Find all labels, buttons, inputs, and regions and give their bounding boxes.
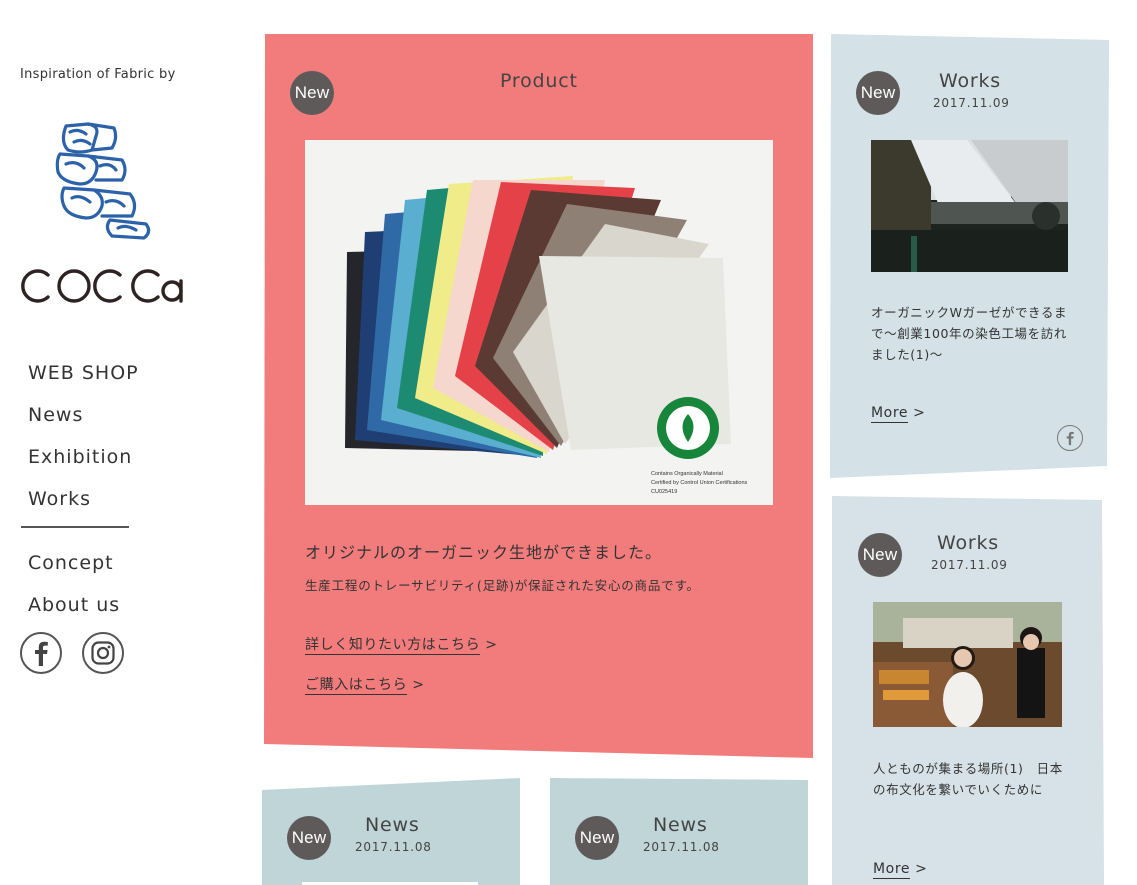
nav-item-concept[interactable]: Concept [28,550,139,592]
new-badge: New [575,816,619,860]
new-badge: New [287,816,331,860]
share-facebook-button[interactable] [1057,425,1083,451]
nav-item-news[interactable]: News [28,402,139,444]
nav-item-works[interactable]: Works [28,486,139,528]
more-link-label: More [871,405,909,423]
card-category: News [653,814,708,836]
feature-description: 生産工程のトレーサビリティ(足跡)が保証された安心の商品です。 [305,578,700,593]
image-caption-line-2: Certified by Control Union Certification… [651,480,748,486]
chevron-right-icon: > [412,677,425,693]
works-card-1[interactable]: New Works 2017.11.09 オーガニックWガーゼができるまで〜創業… [830,34,1109,478]
nav-item-exhibition[interactable]: Exhibition [28,444,139,486]
cocca-logo-mark[interactable] [52,120,162,242]
card-category: News [365,814,420,836]
more-link[interactable]: More > [873,861,928,879]
nav-item-about-us[interactable]: About us [28,592,139,634]
facebook-icon [35,641,48,666]
main-nav: WEB SHOP News Exhibition Works Concept A… [21,360,139,634]
cocca-wordmark[interactable] [20,263,188,307]
learn-more-link-label: 詳しく知りたい方はこちら [305,637,481,655]
chevron-right-icon: > [915,861,928,877]
more-link-label: More [873,861,911,879]
card-date: 2017.11.08 [643,840,720,854]
card-text[interactable]: オーガニックWガーゼができるまで〜創業100年の染色工場を訪れました(1)〜 [871,302,1071,365]
card-category: Works [939,70,1002,92]
card-image[interactable] [873,602,1062,727]
image-caption-line-3: CU025419 [651,489,677,495]
nav-item-web-shop[interactable]: WEB SHOP [28,360,139,402]
works-card-2[interactable]: New Works 2017.11.09 人とものが集まる場所(1) 日本の布文… [832,496,1104,885]
card-date: 2017.11.09 [931,558,1008,572]
social-links [20,632,124,674]
product-feature-card[interactable]: New Product Contains Organically Materia… [264,34,813,760]
instagram-link[interactable] [82,632,124,674]
new-badge: New [858,533,902,577]
card-category: Works [937,532,1000,554]
card-date: 2017.11.08 [355,840,432,854]
card-text[interactable]: 人とものが集まる場所(1) 日本の布文化を繋いでいくために [873,758,1069,800]
purchase-link-label: ご購入はこちら [305,677,408,695]
purchase-link[interactable]: ご購入はこちら > [305,674,425,695]
card-category: Product [500,70,578,92]
card-image[interactable] [871,140,1068,272]
news-card-1[interactable]: New News 2017.11.08 [262,778,520,885]
product-image[interactable]: Contains Organically Material Certified … [305,140,773,505]
new-badge: New [290,71,334,115]
learn-more-link[interactable]: 詳しく知りたい方はこちら > [305,634,498,655]
facebook-link[interactable] [20,632,62,674]
instagram-icon [91,641,115,665]
facebook-icon [1066,431,1074,446]
card-date: 2017.11.09 [933,96,1010,110]
chevron-right-icon: > [913,405,926,421]
sidebar: Inspiration of Fabric by WEB SHOP News E… [0,0,240,885]
nav-divider [21,526,129,528]
brand-tagline: Inspiration of Fabric by [20,67,176,82]
feature-title[interactable]: オリジナルのオーガニック生地ができました。 [305,539,662,563]
news-card-2[interactable]: New News 2017.11.08 [550,778,808,885]
image-caption-line-1: Contains Organically Material [651,471,723,477]
more-link[interactable]: More > [871,405,926,423]
chevron-right-icon: > [485,637,498,653]
new-badge: New [856,71,900,115]
